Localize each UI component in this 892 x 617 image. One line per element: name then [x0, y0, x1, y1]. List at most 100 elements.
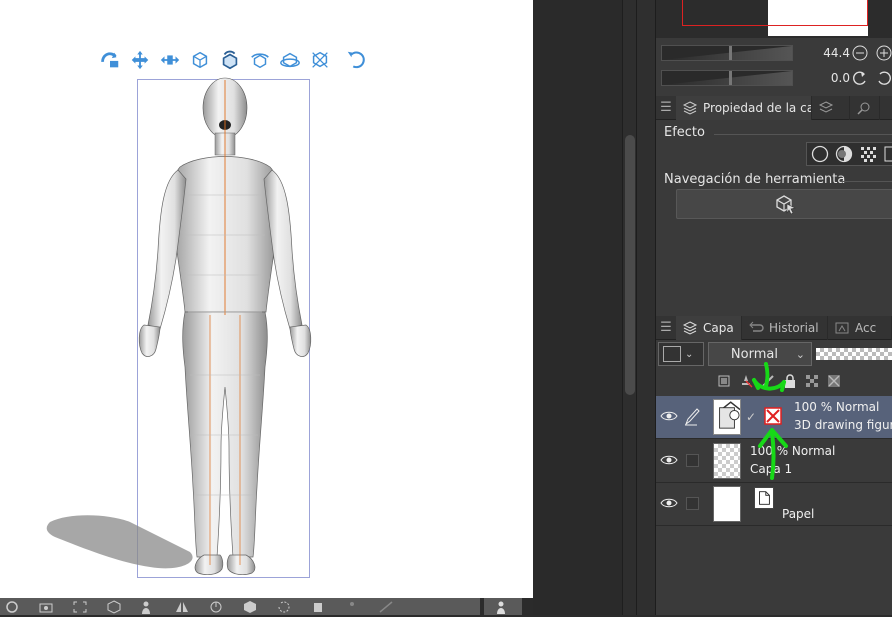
color-effect-icon[interactable] [835, 145, 853, 163]
snap-floor-icon[interactable] [308, 48, 332, 72]
tab-sub-tool-detail[interactable] [812, 95, 850, 120]
pan-camera-icon[interactable] [128, 48, 152, 72]
properties-tabbar: ☰ Propiedad de la cap [656, 95, 892, 120]
refresh-icon[interactable] [4, 600, 20, 614]
layer-mode-label: 100 % Normal [794, 400, 880, 414]
rotate-icon[interactable] [276, 600, 292, 614]
search-icon [857, 102, 870, 115]
camera-icon[interactable] [38, 600, 54, 614]
blend-mode-select[interactable]: Normal ⌄ [707, 342, 812, 366]
layer-color-swatch [663, 346, 681, 362]
extract-line-icon[interactable] [883, 145, 892, 163]
canvas-area[interactable] [0, 0, 533, 598]
panel-separator[interactable] [636, 0, 656, 615]
navigator-viewport-frame[interactable] [682, 0, 868, 26]
tab-layer-property[interactable]: Propiedad de la cap [676, 95, 812, 120]
layers-icon [682, 320, 698, 335]
layer-thumbnail [713, 443, 741, 479]
layer-select-checkbox[interactable] [686, 497, 699, 510]
tab-layer-label: Capa [703, 320, 734, 335]
tab-auto-actions[interactable]: Acc [828, 315, 892, 340]
scrollbar-thumb[interactable] [625, 135, 635, 395]
eye-icon[interactable] [660, 496, 678, 510]
rotate-left-icon[interactable] [852, 70, 868, 86]
layer-property-bar: ⌄ Normal ⌄ [656, 341, 892, 367]
rotate-slider-row: 0.0 [656, 68, 892, 88]
layer-name-label: Papel [782, 507, 815, 521]
layer-row-capa-1[interactable]: 100 % Normal Capa 1 [656, 440, 892, 483]
panel-grip-icon[interactable]: ☰ [656, 320, 676, 335]
paper-icon [754, 487, 774, 509]
opacity-slider[interactable] [816, 348, 892, 360]
object-icon[interactable] [242, 600, 258, 614]
tone-effect-icon[interactable] [859, 145, 877, 163]
tool-navigation-button[interactable] [676, 189, 892, 219]
history-icon [749, 321, 764, 332]
layer-row-paper[interactable]: Papel [656, 483, 892, 526]
right-panel: 44.4 0.0 ☰ Propiedad de la cap Efecto Na… [656, 0, 892, 615]
link-icon[interactable] [344, 600, 360, 614]
canvas-gutter [533, 0, 623, 615]
chevron-down-icon: ⌄ [685, 348, 694, 360]
layer-color-dropdown[interactable]: ⌄ [658, 342, 704, 366]
undo-camera-icon[interactable] [344, 48, 368, 72]
pose-2-icon[interactable] [378, 600, 394, 614]
layer-name-label: 3D drawing figure- [794, 418, 892, 432]
rotate-right-icon[interactable] [876, 70, 892, 86]
clip-layer-icon[interactable] [716, 373, 732, 389]
fit-icon[interactable] [72, 600, 88, 614]
zoom-slider[interactable] [661, 45, 793, 61]
dolly-camera-icon[interactable] [158, 48, 182, 72]
effect-label: Efecto [664, 125, 705, 140]
rotate-slider[interactable] [661, 70, 793, 86]
border-effect-icon[interactable] [811, 145, 829, 163]
rotate-object-2-icon[interactable] [248, 48, 272, 72]
check-icon: ✓ [746, 410, 757, 424]
tab-history[interactable]: Historial [742, 315, 828, 340]
rotate-camera-icon[interactable] [98, 48, 122, 72]
tool-navigation-label: Navegación de herramienta [664, 172, 846, 187]
reference-layer-icon[interactable] [738, 373, 754, 389]
auto-action-icon [835, 322, 849, 333]
zoom-slider-row: 44.4 [656, 43, 892, 63]
rotate-object-3-icon[interactable] [278, 48, 302, 72]
eye-icon[interactable] [660, 453, 678, 467]
eye-icon[interactable] [660, 409, 678, 423]
3d-drawing-figure[interactable] [40, 75, 340, 585]
pen-icon[interactable] [684, 406, 700, 426]
layer-mask-thumbnail-icon[interactable] [764, 407, 782, 425]
tab-layer-property-label: Propiedad de la cap [703, 100, 812, 115]
cube-icon[interactable] [106, 599, 122, 614]
draft-layer-icon[interactable] [760, 373, 776, 389]
settings-icon[interactable] [310, 600, 326, 614]
pose-icon[interactable] [140, 600, 156, 614]
lock-icon[interactable] [782, 373, 798, 389]
navigator-preview[interactable] [656, 0, 892, 38]
layer-thumbnail [713, 486, 741, 522]
zoom-in-icon[interactable] [876, 45, 892, 61]
vertical-scrollbar[interactable] [622, 0, 636, 615]
3d-object-cursor-icon [776, 195, 796, 215]
zoom-value: 44.4 [823, 46, 850, 60]
effect-divider [714, 134, 892, 135]
move-object-icon[interactable] [188, 48, 212, 72]
tab-layer[interactable]: Capa [676, 315, 742, 340]
blend-mode-value: Normal [730, 346, 778, 362]
zoom-out-icon[interactable] [852, 45, 868, 61]
flip-icon[interactable] [174, 600, 190, 614]
3d-gizmo-toolbar [98, 44, 368, 76]
pose-icon [497, 601, 505, 614]
3d-object-launcher [0, 598, 480, 615]
pose-shortcut-button[interactable] [484, 598, 522, 615]
layer-row-3d-figure[interactable]: ✓ 100 % Normal 3D drawing figure- [656, 396, 892, 439]
rotate-slider-knob[interactable] [729, 71, 732, 85]
layer-select-checkbox[interactable] [686, 454, 699, 467]
zoom-slider-knob[interactable] [729, 46, 732, 60]
lock-transparent-icon[interactable] [804, 373, 820, 389]
panel-grip-icon[interactable]: ☰ [656, 100, 676, 115]
layer-mode-label: 100 % Normal [750, 444, 836, 458]
mask-layer-icon[interactable] [826, 373, 842, 389]
rotate-object-icon[interactable] [218, 48, 242, 72]
tab-search[interactable] [850, 95, 880, 120]
pie-icon[interactable] [208, 600, 224, 614]
